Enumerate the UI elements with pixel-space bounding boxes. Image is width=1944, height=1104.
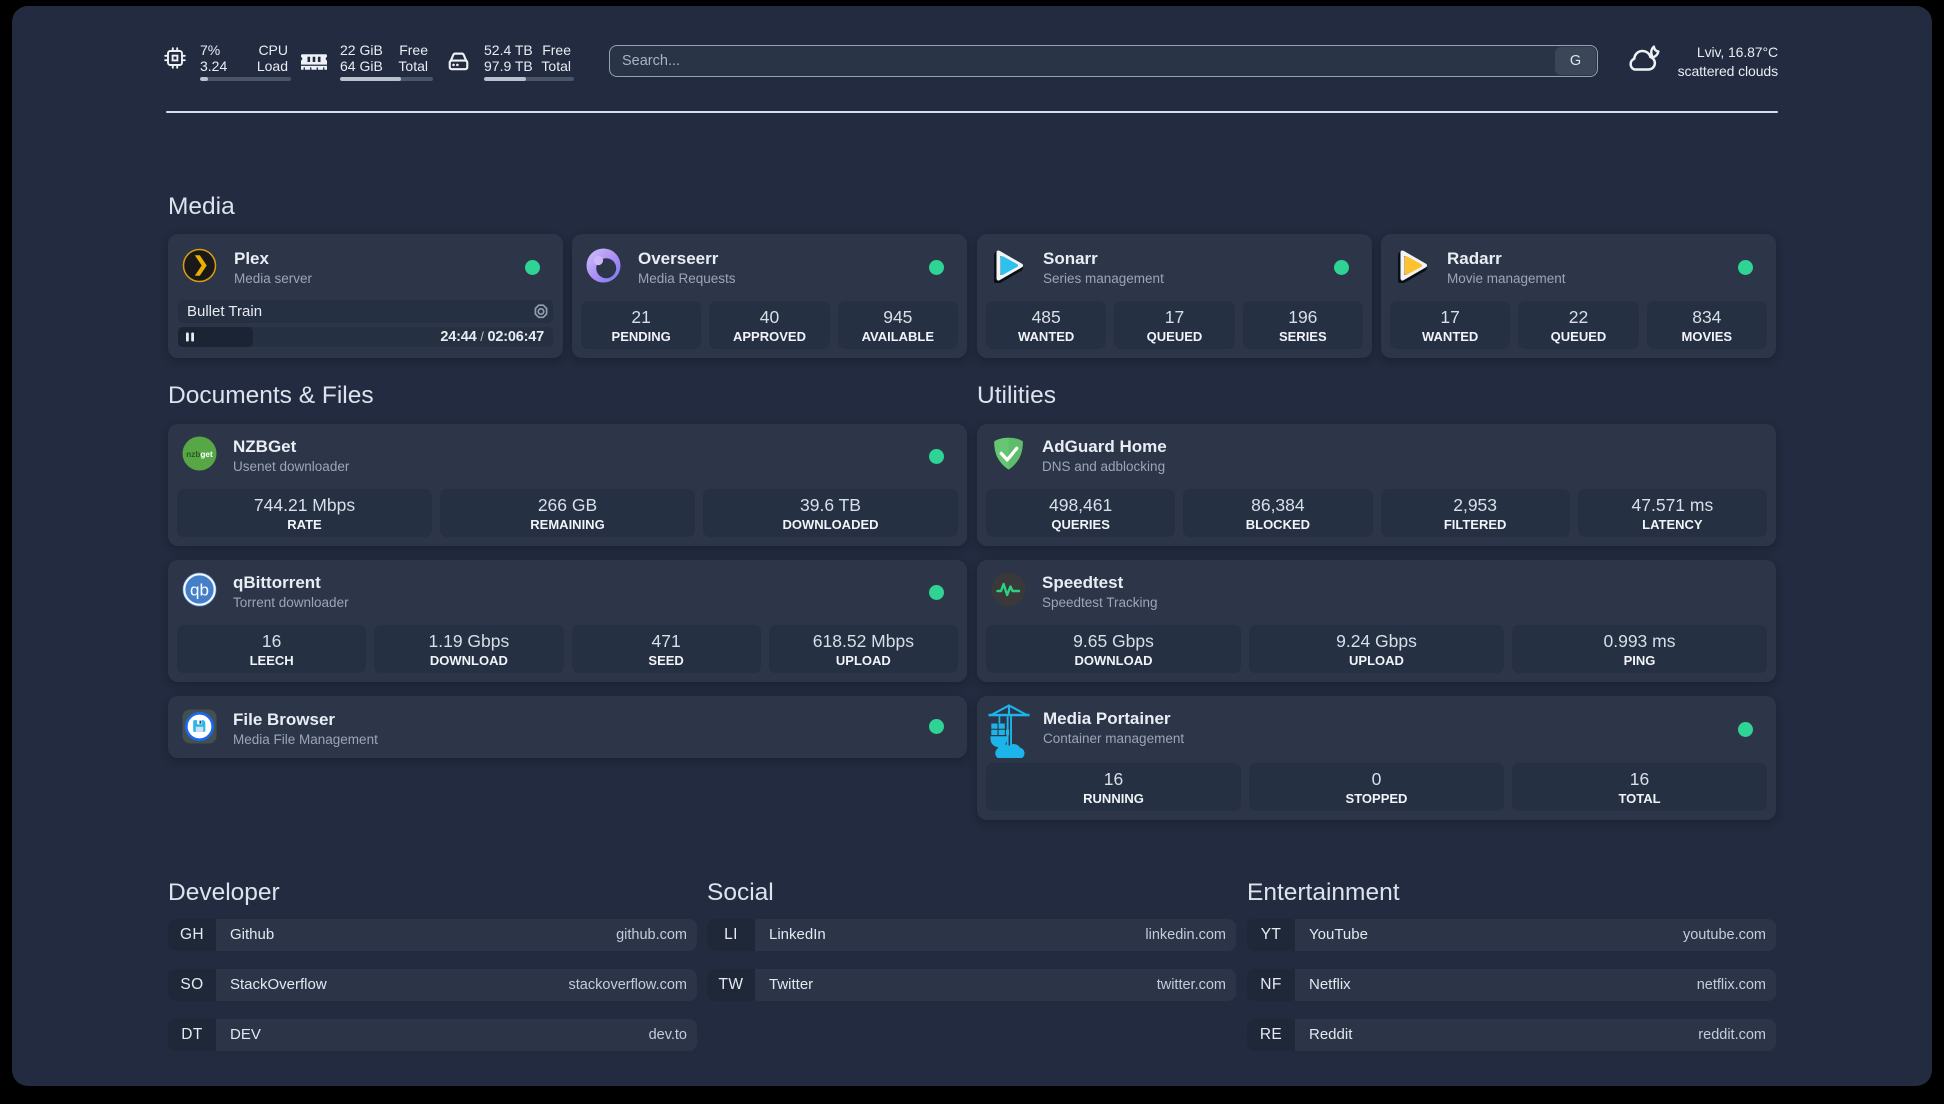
svg-text:qb: qb	[190, 581, 209, 600]
svg-text:nzbget: nzbget	[186, 450, 213, 459]
